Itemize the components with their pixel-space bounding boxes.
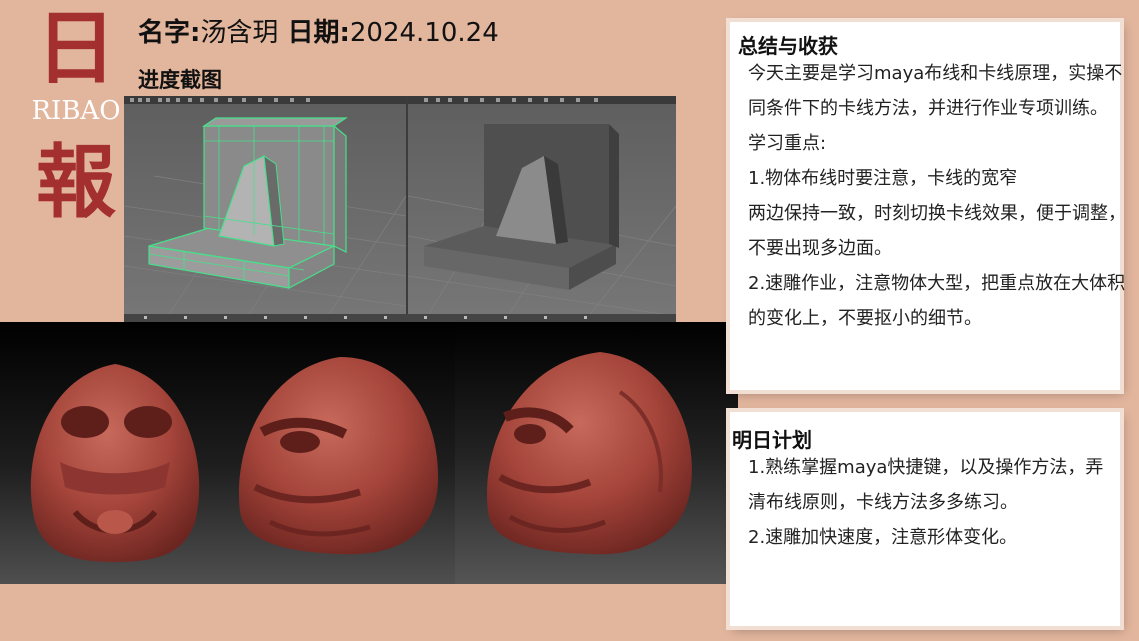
date-value: 2024.10.24 [349,18,499,48]
progress-screenshot-label: 进度截图 [138,68,222,92]
maya-viewport-image [124,96,676,322]
summary-panel: 总结与收获 今天主要是学习maya布线和卡线原理，实操不同条件下的卡线方法，并进… [730,22,1126,390]
summary-body: 今天主要是学习maya布线和卡线原理，实操不同条件下的卡线方法，并进行作业专项训… [748,56,1128,336]
summary-line: 2.速雕作业，注意物体大型，把重点放在大体积的变化上，不要抠小的细节。 [748,273,1126,329]
date-label: 日期: [287,18,350,48]
sculpt-renders-image [0,322,738,584]
maya-viewport-screenshot [124,96,676,322]
plan-body: 1.熟练掌握maya快捷键，以及操作方法，弄清布线原则，卡线方法多多练习。 2.… [748,450,1120,555]
name-value: 汤含玥 [200,18,279,48]
summary-line: 1.物体布线时要注意，卡线的宽窄 [748,168,1018,189]
logo-char-bao: 報 [36,135,116,229]
summary-title: 总结与收获 [738,34,838,58]
plan-line: 2.速雕加快速度，注意形体变化。 [748,527,1018,548]
plan-panel: 明日计划 1.熟练掌握maya快捷键，以及操作方法，弄清布线原则，卡线方法多多练… [730,412,1120,626]
plan-line: 1.熟练掌握maya快捷键，以及操作方法，弄清布线原则，卡线方法多多练习。 [748,457,1104,513]
summary-line: 两边保持一致，时刻切换卡线效果，便于调整，不要出现多边面。 [748,203,1126,259]
name-label: 名字: [138,18,201,48]
logo-char-ri: 日 [36,1,116,95]
summary-line: 今天主要是学习maya布线和卡线原理，实操不同条件下的卡线方法，并进行作业专项训… [748,63,1123,119]
logo-latin: RIBAO [31,96,121,126]
header-info: 名字:汤含玥 日期:2024.10.24 [138,12,499,49]
sculpt-renders [0,322,738,584]
plan-title: 明日计划 [732,428,812,452]
summary-line: 学习重点: [748,133,827,154]
